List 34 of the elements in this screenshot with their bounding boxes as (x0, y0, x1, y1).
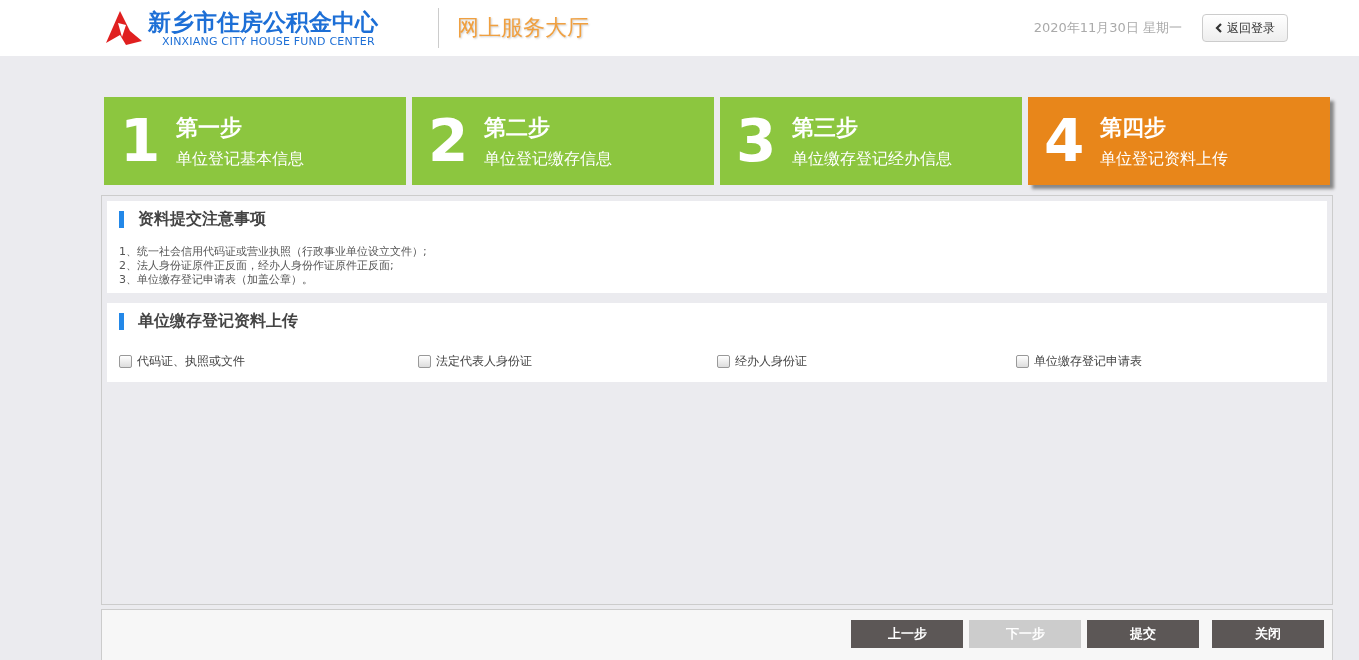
step-title: 第二步 (484, 113, 552, 142)
notice-line: 2、法人身份证原件正反面，经办人身份作证原件正反面; (119, 259, 395, 273)
step-number: 4 (1044, 112, 1085, 170)
step-title: 第一步 (176, 113, 244, 142)
logo-subtitle: XINXIANG CITY HOUSE FUND CENTER (161, 34, 376, 48)
back-button[interactable]: 返回登录 (1202, 14, 1288, 42)
section-title: 单位缴存登记资料上传 (138, 310, 298, 332)
step-subtitle: 单位登记缴存信息 (484, 148, 613, 170)
checkbox[interactable] (418, 355, 431, 368)
checkbox-label: 经办人身份证 (735, 353, 807, 370)
checkbox-label: 法定代表人身份证 (436, 353, 532, 370)
logo-icon (106, 11, 142, 45)
checkbox-label: 代码证、执照或文件 (137, 353, 245, 370)
section-title: 资料提交注意事项 (138, 208, 266, 230)
step-title: 第四步 (1100, 113, 1168, 142)
section-marker (119, 312, 124, 330)
checkbox-label: 单位缴存登记申请表 (1034, 353, 1142, 370)
checkbox[interactable] (119, 355, 132, 368)
step-subtitle: 单位登记基本信息 (176, 148, 305, 170)
step-number: 2 (428, 112, 469, 170)
notice-line: 3、单位缴存登记申请表（加盖公章）。 (119, 273, 314, 287)
chevron-left-icon (1215, 23, 1222, 33)
step-number: 3 (736, 112, 777, 170)
portal-title: 网上服务大厅 (457, 14, 589, 42)
checkbox[interactable] (1016, 355, 1029, 368)
notice-line: 1、统一社会信用代码证或营业执照（行政事业单位设立文件）; (119, 245, 428, 259)
step-subtitle: 单位登记资料上传 (1100, 148, 1229, 170)
step-subtitle: 单位缴存登记经办信息 (792, 148, 953, 170)
step-number: 1 (120, 112, 161, 170)
step-title: 第三步 (792, 113, 860, 142)
action-button[interactable]: 关闭 (1212, 620, 1324, 648)
logo-title: 新乡市住房公积金中心 (148, 8, 378, 35)
checkbox[interactable] (717, 355, 730, 368)
section-marker (119, 210, 124, 228)
